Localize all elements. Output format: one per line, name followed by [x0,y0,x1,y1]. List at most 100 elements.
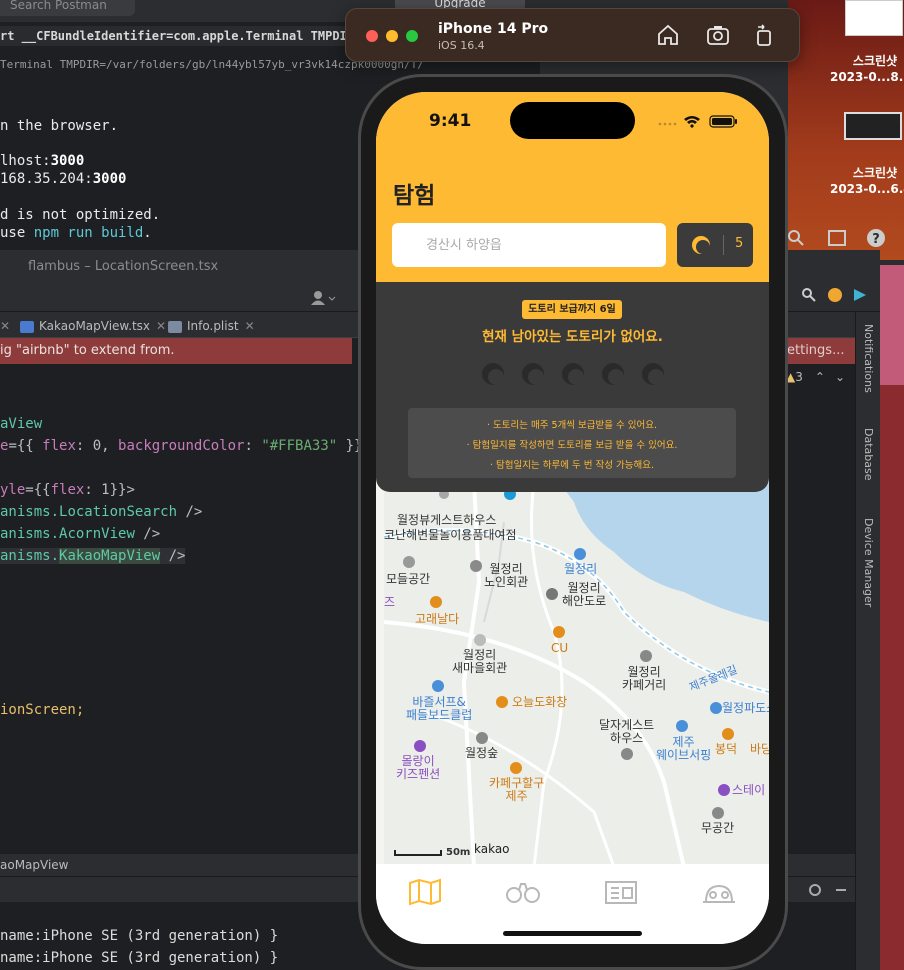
inspection-widget[interactable]: ▲3 ⌃ ⌄ [786,370,855,386]
code-token: anisms. [0,504,60,520]
terminal-line: use npm run build. [0,225,152,241]
map-label[interactable]: 월정리 노인회관 [484,563,528,589]
build-cmd: npm run build [33,225,144,241]
search-icon[interactable] [788,230,804,246]
postman-search[interactable]: Search Postman [0,0,135,16]
tab-label: Info.plist [187,319,239,333]
map-label[interactable]: 월정파도쇼 [722,702,769,715]
map-label[interactable]: 오늘도화창 [512,696,567,709]
map-label[interactable]: 카페구할구 제주 [489,777,544,803]
map-label[interactable]: 봉덕 [715,743,737,756]
close-icon[interactable]: ✕ [156,319,166,333]
restaurant-icon [430,596,442,608]
code-token: anisms. [0,548,60,564]
map-label[interactable]: 스테이 [732,784,765,797]
tool-device-manager[interactable]: Device Manager [862,518,875,607]
rotate-icon[interactable] [752,23,776,47]
plugin-icon[interactable] [852,287,868,303]
map-label[interactable]: 월정리 새마을회관 [452,649,507,675]
code-token: /> [177,504,203,520]
map-label[interactable]: 바당 [750,743,769,756]
tool-database[interactable]: Database [862,428,875,481]
inspection-count: 3 [795,370,803,384]
home-indicator[interactable] [503,931,642,936]
empty-acorn-icon [522,363,544,385]
file-label[interactable]: 스크린샷 2023-0...6.42 [820,165,904,197]
file-label[interactable]: 스크린샷 2023-0...8.32 [820,53,904,85]
screenshot-icon[interactable] [706,23,730,47]
tab-info-plist[interactable]: Info.plist ✕ [168,316,255,336]
help-icon[interactable]: ? [866,228,886,248]
map-label[interactable]: 바즐서프& 패들보드클럽 [406,696,472,722]
map-label[interactable]: 무공간 [701,822,734,835]
screenshot-file-icon[interactable] [844,112,902,140]
map-label[interactable]: 고래날다 [415,613,459,626]
map-label[interactable]: 월정숲 [465,747,498,760]
app-screen: 9:41 탐험 5 월정뷰게스트하우스 코난해변물놀이용품대 [376,92,769,944]
map-label[interactable]: 달자게스트 하우스 [599,719,654,745]
code-token: backgroundColor [118,438,245,454]
community-tab-icon[interactable] [701,878,737,906]
map-label[interactable]: 모들공간 [386,573,430,586]
search-icon[interactable] [802,288,816,302]
screenshot-file-icon[interactable] [845,0,903,36]
tool-window-bar: Notifications Database Device Manager [855,312,880,970]
location-search-input[interactable] [392,223,666,267]
chevron-down-icon[interactable]: ⌄ [835,370,845,384]
map-label[interactable]: 월정뷰게스트하우스 [397,514,496,527]
settings-icon[interactable] [808,883,848,897]
map-label[interactable]: 월정리 카페거리 [622,666,666,692]
maximize-window-button[interactable] [406,30,418,42]
eslint-settings-link[interactable]: ettings... [785,338,855,364]
code-line: ionScreen; [0,702,84,718]
empty-acorn-icon [642,363,664,385]
tab-close-prev[interactable]: ✕ [0,316,10,336]
code-line: yle={{flex: 1}}> [0,482,135,498]
surf-icon [710,702,722,714]
journal-tab-icon[interactable] [603,878,639,906]
kakao-map[interactable]: 월정뷰게스트하우스 코난해변물놀이용품대여점 모들공간 월정리 노인회관 월정리… [384,482,769,867]
map-label[interactable]: 월정리 [564,563,597,576]
map-label[interactable]: 코난해변물놀이용품대여점 [384,529,516,542]
plist-file-icon [168,320,182,333]
desktop-area: 스크린샷 2023-0...8.32 스크린샷 2023-0...6.42 [788,0,904,260]
code-token: LocationSearch [59,504,178,520]
file-date: 2023-0...6.42 [829,182,904,196]
desktop-edge [878,265,904,970]
map-label[interactable]: 월정리 해안도로 [562,582,606,608]
map-tab-icon[interactable] [407,878,443,906]
flag-icon [640,650,652,662]
tsx-file-icon [20,320,34,333]
chevron-up-icon[interactable]: ⌃ [815,370,825,384]
tab-label: KakaoMapView.tsx [39,319,151,333]
user-icon[interactable] [310,290,336,306]
map-scale-label: 50m [446,847,471,858]
tab-kakaomapview[interactable]: KakaoMapView.tsx ✕ [20,316,166,336]
inbox-icon[interactable] [828,230,846,246]
battery-icon [709,115,737,128]
acorn-notice: 현재 남아있는 도토리가 없어요. [482,329,663,345]
use-prefix: use [0,225,34,241]
close-window-button[interactable] [366,30,378,42]
minimize-window-button[interactable] [386,30,398,42]
map-label[interactable]: CU [551,642,568,655]
page-title: 탐험 [393,183,436,209]
tool-notifications[interactable]: Notifications [862,324,875,393]
update-icon[interactable] [827,287,843,303]
close-icon[interactable]: ✕ [245,319,255,333]
binoculars-tab-icon[interactable] [505,878,541,906]
dynamic-island [510,102,635,139]
code-token: KakaoMapView [59,548,161,564]
code-token: ={{ [8,438,43,454]
supply-badge: 도토리 보급까지 6일 [522,300,622,319]
home-icon[interactable] [656,23,680,47]
info-line: · 탐험일지를 작성하면 도토리를 보급 받을 수 있어요. [466,440,678,451]
pension-icon [718,784,730,796]
terminal-line: lhost:3000 [0,153,84,169]
code-line: anisms.AcornView /> [0,526,160,542]
acorn-counter[interactable]: 5 [677,223,753,267]
map-label[interactable]: 즈 [384,596,395,609]
map-label[interactable]: 제주 웨이브서핑 [656,736,711,762]
map-label[interactable]: 몰랑이 키즈펜션 [396,755,440,781]
svg-text:?: ? [872,232,880,247]
